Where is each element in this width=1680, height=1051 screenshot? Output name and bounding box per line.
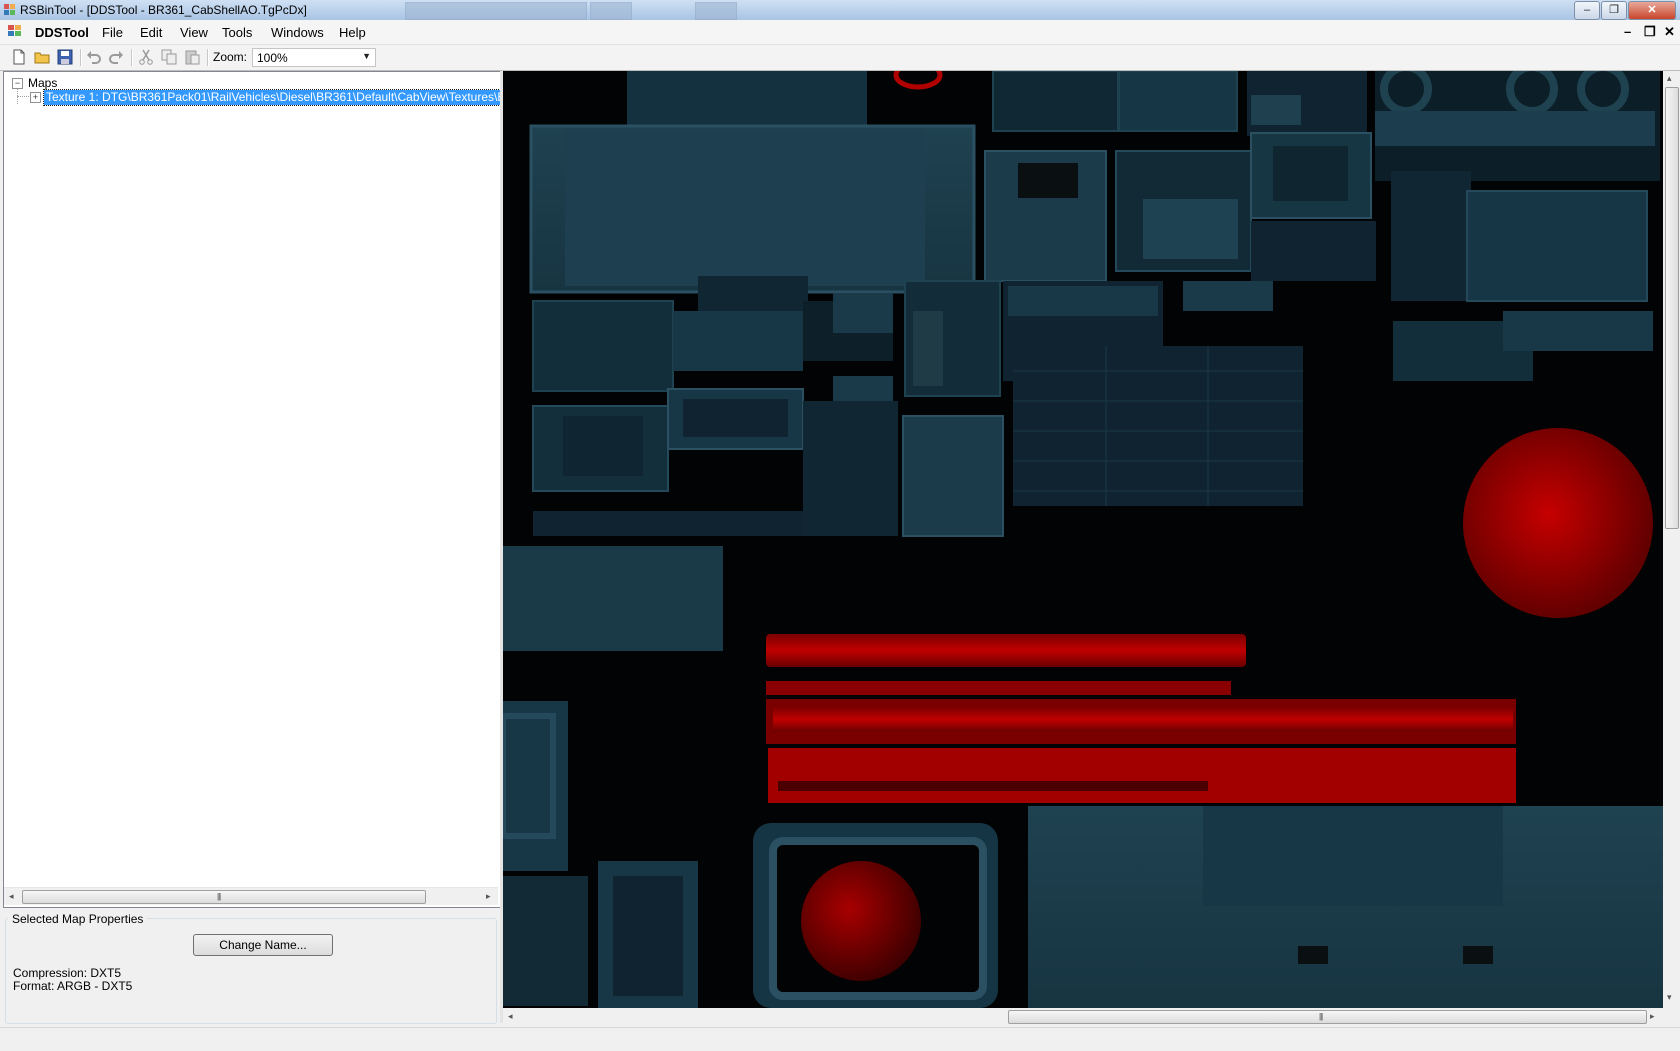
toolbar: Zoom: 100% ▼ xyxy=(0,45,1680,71)
chevron-down-icon[interactable]: ▼ xyxy=(362,51,371,61)
title-bar: RSBinTool - [DDSTool - BR361_CabShellAO.… xyxy=(0,0,1680,21)
toolbar-separator xyxy=(131,49,133,66)
scroll-down-icon[interactable]: ▾ xyxy=(1667,992,1672,1003)
app-icon xyxy=(4,4,15,15)
menu-tools[interactable]: Tools xyxy=(222,25,252,40)
copy-icon[interactable] xyxy=(161,49,177,65)
maps-tree[interactable]: − Maps + Texture 1: DTG\BR361Pack01\Rail… xyxy=(3,71,503,908)
texture-viewport[interactable] xyxy=(503,71,1663,1008)
scrollbar-thumb[interactable]: ||| xyxy=(22,890,426,904)
compression-value: Compression: DXT5 xyxy=(13,966,122,980)
menu-bar: DDSTool File Edit View Tools Windows Hel… xyxy=(0,20,1680,45)
menu-view[interactable]: View xyxy=(180,25,208,40)
zoom-label: Zoom: xyxy=(213,50,248,64)
tree-connector xyxy=(17,96,29,97)
window-minimize-button[interactable]: – xyxy=(1574,1,1600,20)
status-bar xyxy=(0,1027,1680,1051)
zoom-combobox[interactable]: 100% ▼ xyxy=(252,48,376,67)
tree-node-maps[interactable]: Maps xyxy=(28,76,57,90)
grip-icon: ||| xyxy=(217,892,221,901)
undo-icon[interactable] xyxy=(86,49,102,65)
scrollbar-corner xyxy=(1663,1008,1680,1025)
scrollbar-thumb[interactable] xyxy=(1665,87,1679,529)
menu-help[interactable]: Help xyxy=(339,25,366,40)
open-icon[interactable] xyxy=(34,49,50,65)
mdi-minimize-button[interactable]: – xyxy=(1624,24,1631,39)
properties-group-title: Selected Map Properties xyxy=(8,912,148,926)
window-title: RSBinTool - [DDSTool - BR361_CabShellAO.… xyxy=(20,3,307,17)
cut-icon[interactable] xyxy=(138,49,154,65)
format-value: Format: ARGB - DXT5 xyxy=(13,979,133,993)
mdi-restore-button[interactable]: ❐ xyxy=(1644,24,1656,40)
zoom-value: 100% xyxy=(257,51,288,65)
tree-node-texture-1[interactable]: Texture 1: DTG\BR361Pack01\RailVehicles\… xyxy=(43,89,503,106)
texture-image xyxy=(503,71,1663,1008)
scroll-left-icon[interactable]: ◂ xyxy=(508,1011,513,1022)
mdi-close-button[interactable]: ✕ xyxy=(1664,24,1675,40)
redo-icon[interactable] xyxy=(108,49,124,65)
new-icon[interactable] xyxy=(11,49,27,65)
background-window-tab xyxy=(405,2,587,20)
expand-icon[interactable]: + xyxy=(30,92,41,103)
menu-edit[interactable]: Edit xyxy=(140,25,162,40)
background-window-tab xyxy=(695,2,737,20)
viewport-vertical-scrollbar[interactable]: ▴ ▾ xyxy=(1663,71,1680,1008)
viewport-horizontal-scrollbar[interactable]: ◂ ||| ▸ xyxy=(503,1008,1663,1025)
background-window-tab xyxy=(590,2,632,20)
scroll-up-icon[interactable]: ▴ xyxy=(1667,73,1672,84)
menu-file[interactable]: File xyxy=(102,25,123,40)
save-icon[interactable] xyxy=(57,49,73,65)
scrollbar-thumb[interactable]: ||| xyxy=(1008,1010,1647,1024)
collapse-icon[interactable]: − xyxy=(12,78,23,89)
window-close-button[interactable]: ✕ xyxy=(1628,1,1676,20)
window-restore-button[interactable]: ❐ xyxy=(1601,1,1627,20)
document-icon xyxy=(8,25,21,36)
grip-icon: ||| xyxy=(1319,1012,1323,1021)
scroll-right-icon[interactable]: ▸ xyxy=(486,891,491,902)
paste-icon[interactable] xyxy=(184,49,200,65)
scroll-right-icon[interactable]: ▸ xyxy=(1650,1011,1655,1022)
scroll-left-icon[interactable]: ◂ xyxy=(9,891,14,902)
toolbar-separator xyxy=(80,49,82,66)
change-name-button[interactable]: Change Name... xyxy=(193,934,333,956)
toolbar-separator xyxy=(207,49,209,66)
menu-ddstool[interactable]: DDSTool xyxy=(35,25,89,40)
menu-windows[interactable]: Windows xyxy=(271,25,324,40)
tree-horizontal-scrollbar[interactable]: ◂ ||| ▸ xyxy=(4,887,498,905)
